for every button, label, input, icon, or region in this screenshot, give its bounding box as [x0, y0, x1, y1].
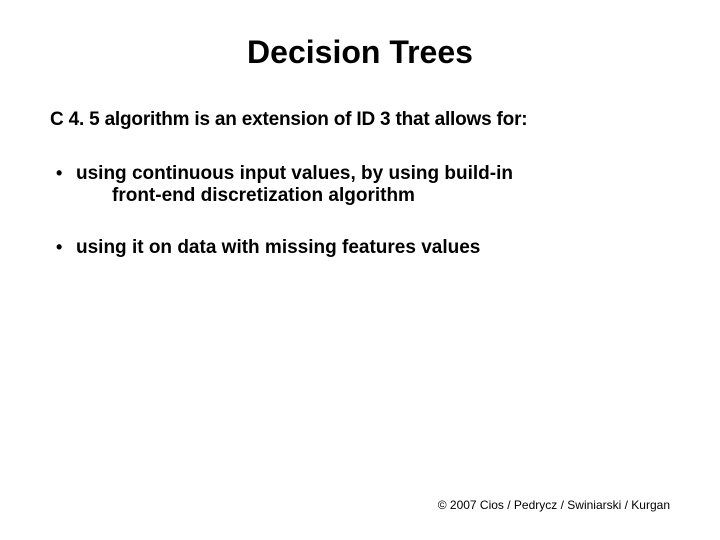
list-item: using continuous input values, by using … [50, 163, 670, 207]
intro-text: C 4. 5 algorithm is an extension of ID 3… [50, 109, 670, 131]
copyright-footer: © 2007 Cios / Pedrycz / Swiniarski / Kur… [438, 498, 670, 512]
bullet-line1: using it on data with missing features v… [76, 237, 670, 259]
bullet-list: using continuous input values, by using … [50, 163, 670, 259]
bullet-line1: using continuous input values, by using … [76, 163, 670, 185]
slide-title: Decision Trees [50, 34, 670, 71]
list-item: using it on data with missing features v… [50, 237, 670, 259]
bullet-line2: front-end discretization algorithm [76, 185, 670, 207]
